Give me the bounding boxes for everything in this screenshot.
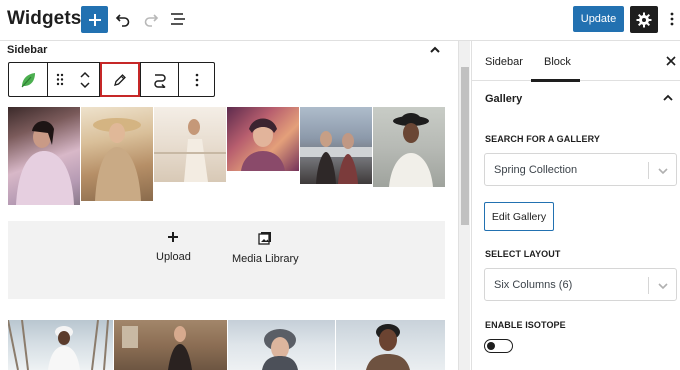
undo-icon bbox=[115, 14, 130, 27]
block-type-button[interactable] bbox=[9, 63, 47, 96]
highlight-box bbox=[100, 62, 140, 97]
move-block-controls bbox=[72, 63, 98, 96]
edit-gallery-button[interactable]: Edit Gallery bbox=[484, 202, 554, 231]
redo-button[interactable] bbox=[140, 8, 162, 30]
chevron-up-icon[interactable] bbox=[79, 70, 91, 80]
tab-sidebar[interactable]: Sidebar bbox=[485, 56, 523, 68]
gallery-search-label: SEARCH FOR A GALLERY bbox=[485, 134, 601, 144]
chevron-up-icon[interactable] bbox=[428, 43, 442, 57]
widget-area-header[interactable]: Sidebar bbox=[0, 41, 458, 60]
add-block-button[interactable] bbox=[81, 6, 108, 33]
close-icon[interactable] bbox=[665, 55, 677, 67]
layout-label: SELECT LAYOUT bbox=[485, 249, 561, 259]
plus-icon bbox=[88, 13, 101, 26]
upload-label: Upload bbox=[156, 251, 191, 263]
media-library-icon bbox=[258, 232, 272, 245]
isotope-label: ENABLE ISOTOPE bbox=[485, 320, 566, 330]
leaf-icon bbox=[21, 72, 35, 87]
chevron-up-icon[interactable] bbox=[661, 91, 675, 105]
transform-button[interactable] bbox=[141, 63, 178, 96]
page-title: Widgets bbox=[7, 8, 82, 29]
media-library-button[interactable]: Media Library bbox=[232, 231, 299, 265]
chevron-down-icon bbox=[658, 283, 668, 290]
media-library-label: Media Library bbox=[232, 253, 299, 265]
canvas-scrollbar[interactable] bbox=[458, 41, 470, 370]
upload-button[interactable]: Upload bbox=[156, 231, 191, 263]
block-options-button[interactable] bbox=[179, 63, 215, 96]
top-toolbar: Widgets Update bbox=[0, 0, 680, 40]
toggle-knob bbox=[487, 341, 495, 350]
redo-icon bbox=[144, 14, 159, 27]
plus-icon bbox=[168, 232, 179, 242]
select-divider bbox=[648, 162, 649, 179]
gallery-photo[interactable] bbox=[81, 107, 153, 201]
drag-handle[interactable] bbox=[48, 63, 72, 96]
editor-canvas: Sidebar Upload Media Library bbox=[0, 41, 470, 370]
gallery-photo[interactable] bbox=[373, 107, 445, 187]
undo-button[interactable] bbox=[112, 8, 134, 30]
gallery-photo[interactable] bbox=[228, 320, 335, 370]
gallery-photo[interactable] bbox=[300, 107, 372, 184]
drag-handle-icon bbox=[56, 73, 64, 86]
gallery-grid bbox=[8, 320, 445, 370]
chevron-down-icon[interactable] bbox=[79, 80, 91, 90]
update-button[interactable]: Update bbox=[573, 6, 624, 32]
select-divider bbox=[648, 277, 649, 294]
panel-title[interactable]: Gallery bbox=[485, 93, 522, 105]
gallery-grid bbox=[8, 107, 445, 207]
gallery-photo[interactable] bbox=[114, 320, 227, 370]
more-vertical-icon bbox=[195, 73, 199, 86]
transform-icon bbox=[153, 73, 166, 88]
gallery-photo[interactable] bbox=[154, 107, 226, 182]
list-view-icon bbox=[171, 13, 185, 25]
settings-button[interactable] bbox=[630, 6, 658, 33]
gallery-photo[interactable] bbox=[227, 107, 299, 171]
gallery-photo[interactable] bbox=[8, 107, 80, 205]
active-tab-indicator bbox=[531, 79, 580, 82]
gear-icon bbox=[636, 12, 652, 27]
options-button[interactable] bbox=[666, 8, 678, 30]
gallery-photo[interactable] bbox=[8, 320, 113, 370]
media-placeholder: Upload Media Library bbox=[8, 221, 445, 299]
layout-value: Six Columns (6) bbox=[494, 279, 573, 291]
widget-area-title: Sidebar bbox=[7, 44, 48, 56]
sidebar-tabs: Sidebar Block bbox=[472, 41, 680, 82]
tab-block[interactable]: Block bbox=[544, 56, 571, 68]
isotope-toggle[interactable] bbox=[484, 339, 513, 353]
gallery-search-value: Spring Collection bbox=[494, 164, 578, 176]
more-vertical-icon bbox=[670, 12, 674, 26]
list-view-button[interactable] bbox=[167, 8, 189, 30]
gallery-search-select[interactable]: Spring Collection bbox=[484, 153, 677, 186]
block-toolbar bbox=[8, 62, 215, 97]
settings-sidebar: Sidebar Block Gallery SEARCH FOR A GALLE… bbox=[471, 41, 680, 370]
scrollbar-thumb[interactable] bbox=[461, 67, 469, 225]
chevron-down-icon bbox=[658, 168, 668, 175]
layout-select[interactable]: Six Columns (6) bbox=[484, 268, 677, 301]
gallery-photo[interactable] bbox=[336, 320, 445, 370]
